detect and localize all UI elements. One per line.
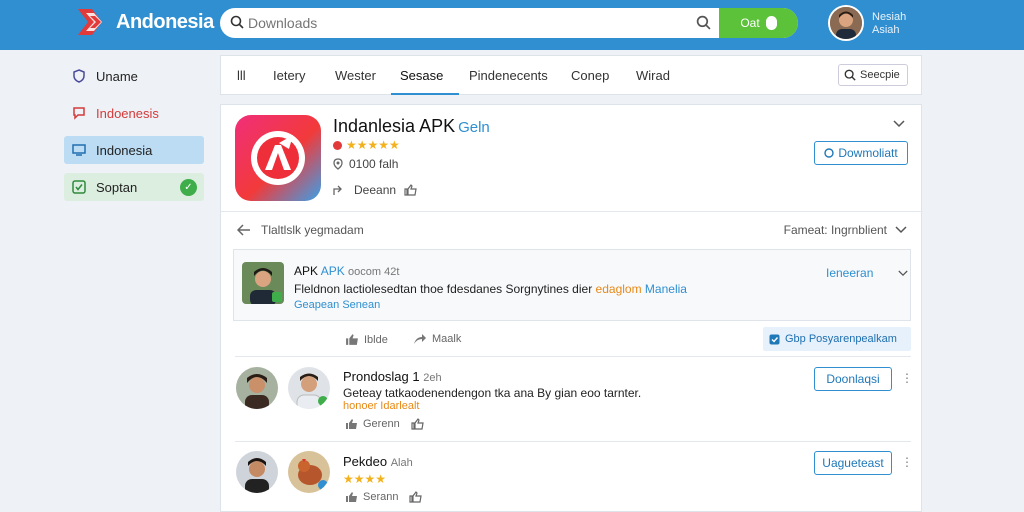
avatar[interactable] <box>236 451 278 493</box>
search-icon <box>844 69 856 81</box>
sidebar-item-indoenesis[interactable]: Indoenesis <box>64 99 204 127</box>
share-action[interactable]: Maalk <box>413 333 461 345</box>
comment-text: Fleldnon lactiolesedtan thoe fdesdanes S… <box>294 282 687 296</box>
comment-download-button[interactable]: Doonlaqsi <box>814 367 892 391</box>
top-bar: Andonesia Oat Nesiah Asiah <box>0 0 1024 50</box>
status-badge: ✓ <box>180 179 197 196</box>
tab-6[interactable]: Wirad <box>636 68 670 83</box>
app-actions: Deeann <box>333 183 417 197</box>
chevron-down-icon[interactable] <box>898 266 908 280</box>
app-subtitle: Geln <box>458 119 490 136</box>
chat-icon <box>72 106 86 120</box>
sidebar-item-label: Soptan <box>96 179 138 195</box>
comments-section-header: Tlaltlslk yegmadam Fameat: Ingrnblient <box>221 211 923 247</box>
tab-2[interactable]: Wester <box>335 68 376 83</box>
comment-link[interactable]: Geapean Senean <box>294 299 380 311</box>
user-name[interactable]: Nesiah Asiah <box>872 11 932 37</box>
comment-actions[interactable]: Serann <box>345 491 423 503</box>
subscribe-checkbox[interactable]: Gbp Posyarenpealkam <box>763 327 911 351</box>
thumbs-up-icon <box>411 418 424 430</box>
search-button-label: Oat <box>740 16 760 30</box>
microphone-icon <box>765 16 777 30</box>
tab-1[interactable]: Ietery <box>273 68 306 83</box>
comment-text: Geteay tatkaodenendengon tka ana By gian… <box>343 386 642 400</box>
search-icon <box>230 15 244 34</box>
tab-search-button[interactable]: Seecpie <box>838 64 908 86</box>
thumbs-up-icon <box>346 492 357 502</box>
checkbox-icon <box>769 334 780 344</box>
like-action[interactable]: Iblde <box>345 333 388 346</box>
share-icon[interactable] <box>333 184 346 196</box>
tab-0[interactable]: lll <box>237 68 246 83</box>
brand-name: Andonesia <box>116 10 214 33</box>
shield-icon <box>72 69 86 83</box>
share-arrow-icon <box>414 334 426 344</box>
brand-logo[interactable]: Andonesia <box>76 7 214 37</box>
search-bar: Oat <box>220 8 798 38</box>
divider <box>235 441 911 442</box>
comment-title: Prondoslag 1 2eh <box>343 369 442 384</box>
tab-bar: lll Ietery Wester Sesase Pindenecents Co… <box>220 55 922 95</box>
comment-action-link[interactable]: Ieneeran <box>826 266 873 280</box>
check-icon <box>72 180 86 194</box>
comment-title: Pekdeo Alah <box>343 454 413 469</box>
back-arrow-icon <box>237 224 250 236</box>
tab-search-label: Seecpie <box>860 69 900 81</box>
avatar[interactable] <box>236 367 278 409</box>
sidebar-item-label: Indonesia <box>96 142 153 158</box>
filter-control[interactable]: Fameat: Ingrnblient <box>784 223 907 237</box>
download-button[interactable]: Dowmoliatt <box>814 141 908 165</box>
sidebar: Uname Indoenesis Indonesia Soptan ✓ <box>64 62 204 210</box>
search-button[interactable]: Oat <box>719 8 798 38</box>
search-submit-icon[interactable] <box>696 15 711 35</box>
avatar[interactable] <box>288 451 330 493</box>
tab-5[interactable]: Conep <box>571 68 609 83</box>
sidebar-item-soptan[interactable]: Soptan ✓ <box>64 173 204 201</box>
user-avatar[interactable] <box>828 5 864 41</box>
thumbs-up-icon <box>346 419 357 429</box>
divider <box>235 356 911 357</box>
sidebar-item-label: Indoenesis <box>96 105 159 121</box>
thumbs-up-icon <box>346 334 358 345</box>
comment-subtext: honoer Idarlealt <box>343 400 420 412</box>
sort-control[interactable]: Tlaltlslk yegmadam <box>237 223 364 237</box>
monitor-icon <box>72 143 86 157</box>
star-rating: ★★★★ <box>343 472 387 486</box>
sidebar-item-label: Uname <box>96 68 138 84</box>
app-rating: ★★★★★ <box>333 138 400 152</box>
app-title: Indanlesia APK Geln <box>333 116 490 136</box>
avatar[interactable] <box>242 262 284 304</box>
more-options-icon[interactable]: ⋮ <box>901 455 913 469</box>
tab-4[interactable]: Pindenecents <box>469 68 548 83</box>
chevron-down-icon[interactable] <box>893 117 905 131</box>
sidebar-item-indonesia[interactable]: Indonesia <box>64 136 204 164</box>
comment-download-button[interactable]: Uagueteast <box>814 451 892 475</box>
app-meta: 0100 falh <box>333 157 398 171</box>
sidebar-item-uname[interactable]: Uname <box>64 62 204 90</box>
thumbs-up-icon <box>409 491 423 503</box>
app-icon[interactable] <box>235 115 321 201</box>
app-action-label[interactable]: Deeann <box>354 183 396 197</box>
comment-title: APK APK oocom 42t <box>294 264 400 278</box>
featured-comment: APK APK oocom 42t Fleldnon lactiolesedta… <box>233 249 911 321</box>
star-rating: ★★★★★ <box>346 138 400 152</box>
avatar[interactable] <box>288 367 330 409</box>
more-options-icon[interactable]: ⋮ <box>901 371 913 385</box>
tab-3[interactable]: Sesase <box>400 68 443 83</box>
search-input[interactable] <box>248 12 688 34</box>
verified-dot-icon <box>333 140 342 150</box>
circle-icon <box>824 148 835 158</box>
thumbs-up-icon[interactable] <box>404 184 417 196</box>
location-pin-icon <box>333 158 343 170</box>
comment-actions[interactable]: Gerenn <box>345 418 424 430</box>
active-tab-indicator <box>391 93 459 95</box>
chevron-down-icon <box>895 226 907 234</box>
app-detail-card: Indanlesia APK Geln ★★★★★ 0100 falh Deean… <box>220 104 923 512</box>
logo-chevron-icon <box>76 7 110 37</box>
